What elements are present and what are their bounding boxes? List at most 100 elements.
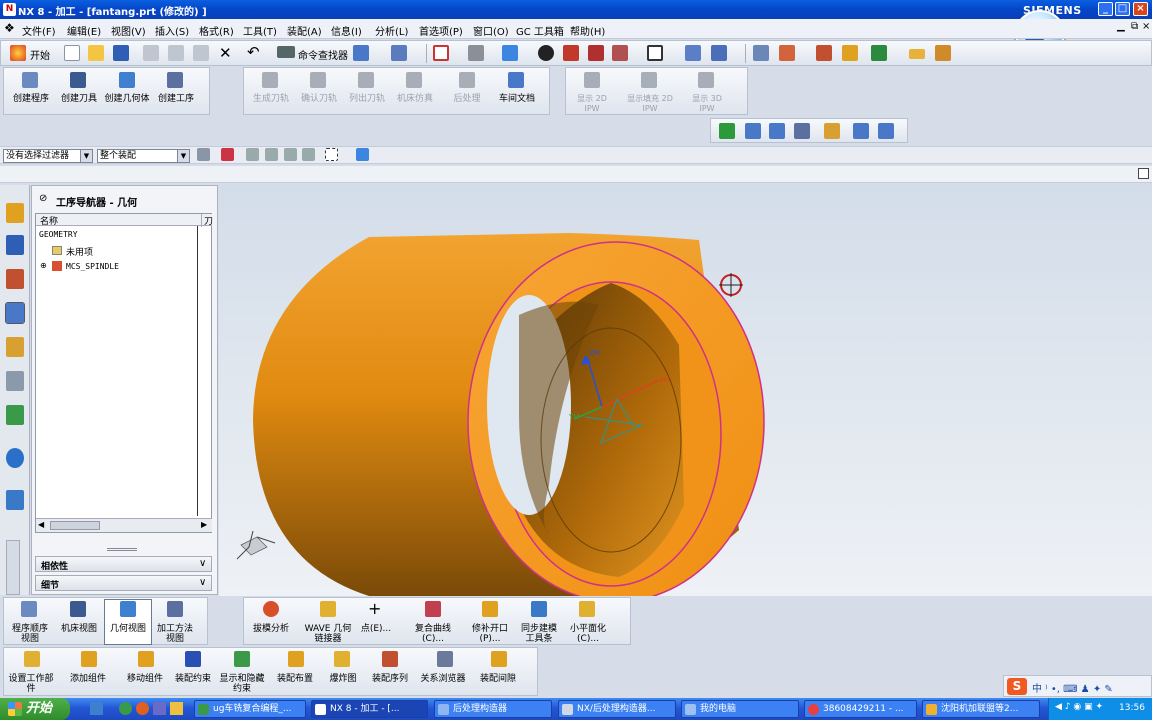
view-orient-icon[interactable] (711, 45, 727, 61)
menu-minimize-icon[interactable]: ▁ (1117, 21, 1125, 32)
sogou-ime-icon[interactable]: S (1007, 678, 1027, 695)
expand-icon[interactable]: ⊕ (40, 261, 47, 270)
select-icon-3[interactable] (284, 148, 297, 161)
method-view-button[interactable]: 加工方法视图 (153, 624, 197, 644)
show-3d-ipw-button[interactable]: 显示 3D IPW (684, 94, 730, 114)
assembly-constraint-button[interactable]: 装配约束 (169, 674, 217, 684)
assembly-select-icon[interactable] (356, 148, 369, 161)
render-style-icon[interactable] (538, 45, 554, 61)
quicklaunch-icon-1[interactable] (90, 702, 103, 715)
tree-row-geometry[interactable]: GEOMETRY (39, 230, 78, 239)
rotate-view-icon[interactable] (468, 45, 484, 61)
machine-sim-button[interactable]: 机床仿真 (390, 94, 440, 104)
feature-icon-4[interactable] (824, 123, 840, 139)
paste-icon[interactable] (193, 45, 209, 61)
select-icon-2[interactable] (265, 148, 278, 161)
machine-view-button[interactable]: 机床视图 (57, 624, 101, 634)
analysis-icon[interactable] (842, 45, 858, 61)
show-2d-ipw-button[interactable]: 显示 2D IPW (569, 94, 615, 114)
arrangement-button[interactable]: 装配布置 (271, 674, 319, 684)
pin-icon[interactable]: ⊘ (39, 193, 47, 204)
model-view[interactable]: ZM XM YM (219, 185, 1152, 596)
task-qq-group[interactable]: 沈阳机加联盟等2... (922, 700, 1040, 718)
menu-tools[interactable]: 工具(T) (243, 23, 277, 38)
menu-view[interactable]: 视图(V) (111, 23, 146, 38)
type-filter-dropdown[interactable]: 没有选择过滤器 ▼ (3, 149, 93, 163)
operation-navigator-icon[interactable] (5, 302, 25, 324)
column-name[interactable]: 名称 (40, 214, 58, 227)
task-qq-chat[interactable]: 38608429211 - ... (804, 700, 917, 718)
feature-icon-1[interactable] (745, 123, 761, 139)
move-component-button[interactable]: 移动组件 (121, 674, 169, 684)
menu-help[interactable]: 帮助(H) (570, 23, 605, 38)
wave-linker-button[interactable]: WAVE 几何链接器 (302, 624, 354, 644)
background-color-icon[interactable] (647, 45, 663, 61)
maximize-button[interactable]: □ (1115, 2, 1130, 16)
fit-view-icon[interactable] (433, 45, 449, 61)
motion-icon[interactable] (871, 45, 887, 61)
generate-path-button[interactable]: 生成刀轨 (246, 94, 296, 104)
feature-icon-2[interactable] (769, 123, 785, 139)
wireframe-cube-icon[interactable] (588, 45, 604, 61)
task-post-builder[interactable]: 后处理构造器 (434, 700, 552, 718)
snap-icon[interactable] (391, 45, 407, 61)
web-browser-icon[interactable] (6, 448, 24, 468)
new-file-icon[interactable] (64, 45, 80, 61)
show-hide-constraint-button[interactable]: 显示和隐藏约束 (219, 674, 265, 694)
machine-navigator-icon[interactable] (6, 337, 24, 357)
ime-mode-icons[interactable]: 中 ⁾ •, ⌨ ♟ ✦ ✎ (1032, 680, 1113, 695)
menu-assembly[interactable]: 装配(A) (287, 23, 322, 38)
details-panel[interactable]: 细节 ∨ (35, 575, 212, 591)
menu-format[interactable]: 格式(R) (199, 23, 234, 38)
shop-doc-button[interactable]: 车间文档 (492, 94, 542, 104)
constraint-navigator-icon[interactable] (6, 235, 24, 255)
relation-browser-button[interactable]: 关系浏览器 (420, 674, 466, 684)
tree-row-unused[interactable]: 未用项 (66, 245, 93, 258)
undo-icon[interactable]: ↶ (247, 43, 260, 61)
feature-icon-5[interactable] (853, 123, 869, 139)
create-operation-button[interactable]: 创建工序 (151, 94, 201, 104)
feature-icon-6[interactable] (878, 123, 894, 139)
fullscreen-icon[interactable] (1138, 168, 1149, 179)
quicklaunch-icon-5[interactable] (170, 702, 183, 715)
column-tool[interactable]: 刀 (201, 214, 213, 227)
add-component-button[interactable]: 添加组件 (64, 674, 112, 684)
patch-opening-button[interactable]: 修补开口(P)... (465, 624, 515, 644)
history-icon[interactable] (6, 405, 24, 425)
assembly-navigator-icon[interactable] (6, 203, 24, 223)
quicklaunch-icon-4[interactable] (153, 702, 166, 715)
delete-icon[interactable]: ✕ (219, 44, 232, 62)
feature-icon-3[interactable] (794, 123, 810, 139)
close-button[interactable]: × (1133, 2, 1148, 16)
snap-point-icon[interactable] (221, 148, 234, 161)
pencil-ruler-icon[interactable] (935, 45, 951, 61)
system-scene-icon[interactable] (6, 490, 24, 510)
menu-close-icon[interactable]: × (1142, 21, 1150, 32)
layer-icon[interactable] (685, 45, 701, 61)
selection-settings-icon[interactable] (197, 148, 210, 161)
horizontal-scrollbar[interactable]: ◀ ▶ (36, 518, 212, 532)
menu-insert[interactable]: 插入(S) (155, 23, 189, 38)
postprocess-button[interactable]: 后处理 (443, 94, 491, 104)
reuse-library-icon[interactable] (6, 371, 24, 391)
graphics-window[interactable]: ZM XM YM (219, 185, 1152, 596)
sync-modeling-button[interactable]: 同步建模工具条 (517, 624, 561, 644)
section-cube-icon[interactable] (563, 45, 579, 61)
set-work-part-button[interactable]: 设置工作部件 (6, 674, 56, 694)
menu-info[interactable]: 信息(I) (331, 23, 362, 38)
select-icon-1[interactable] (246, 148, 259, 161)
app-menu-icon[interactable]: ❖ (4, 21, 15, 35)
create-geometry-button[interactable]: 创建几何体 (103, 94, 151, 104)
verify-path-button[interactable]: 确认刀轨 (294, 94, 344, 104)
draft-analysis-button[interactable]: 拔模分析 (246, 624, 296, 634)
rect-select-icon[interactable] (325, 148, 338, 161)
check-icon[interactable] (719, 123, 735, 139)
geometry-view-button[interactable]: 几何视图 (106, 624, 150, 634)
save-icon[interactable] (113, 45, 129, 61)
scroll-left-icon[interactable]: ◀ (38, 520, 44, 529)
show-fill-2d-ipw-button[interactable]: 显示填充 2D IPW (622, 94, 678, 114)
part-navigator-icon[interactable] (6, 269, 24, 289)
measure-icon[interactable] (816, 45, 832, 61)
hidden-edge-icon[interactable] (612, 45, 628, 61)
task-nx-main[interactable]: NX 8 - 加工 - [... (311, 700, 428, 718)
